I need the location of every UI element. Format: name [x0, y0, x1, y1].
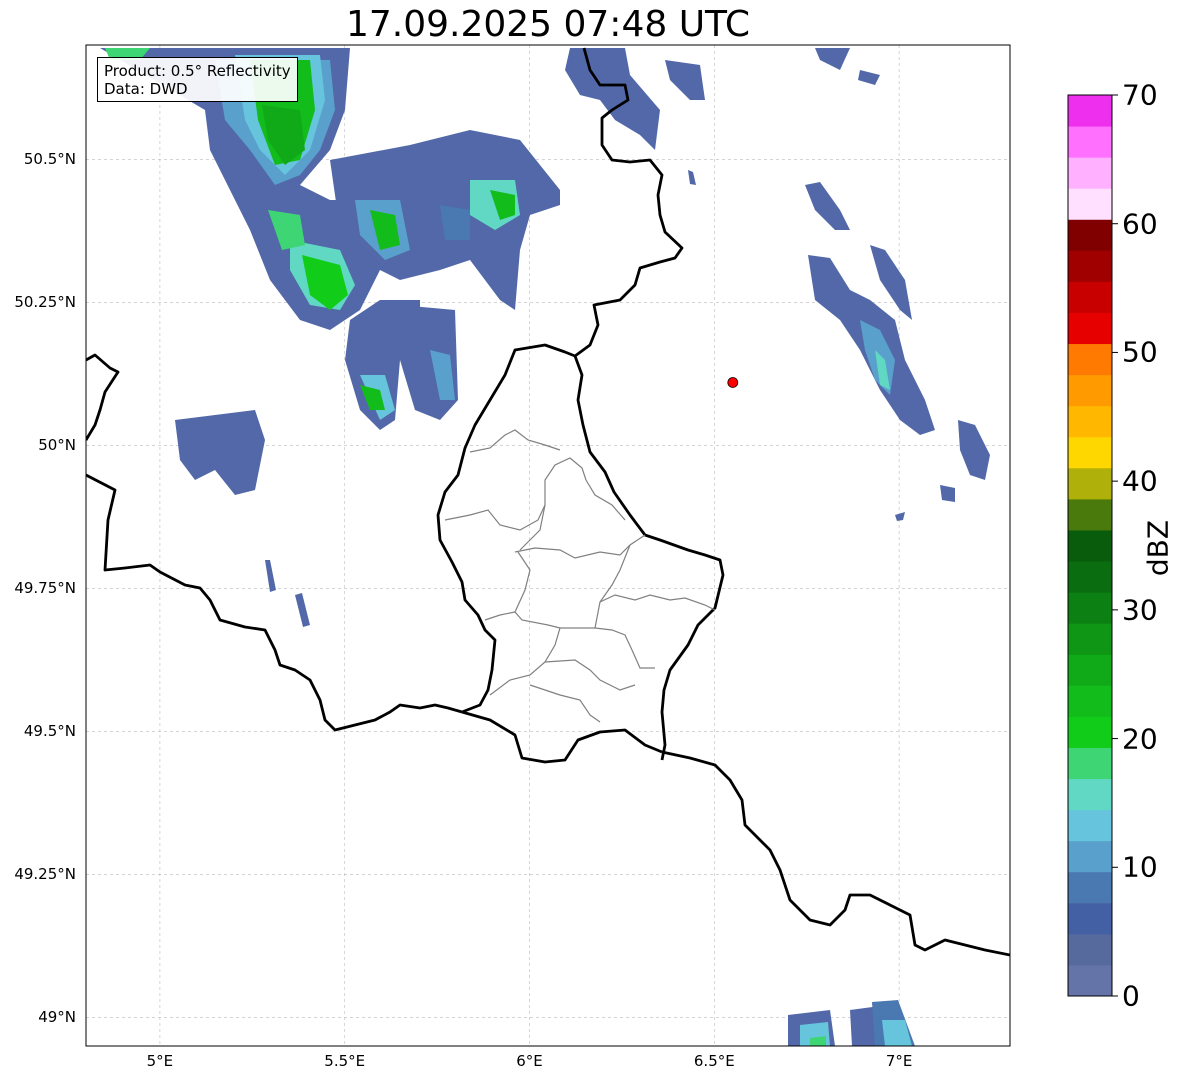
colorbar-tick-marks: [1112, 94, 1118, 997]
colorbar-segment: [1068, 343, 1112, 376]
colorbar-segment: [1068, 685, 1112, 717]
colorbar-tick-label: 70: [1122, 78, 1158, 112]
colorbar-segment: [1068, 840, 1112, 873]
colorbar-segment: [1068, 747, 1112, 780]
colorbar-segment: [1068, 498, 1112, 531]
colorbar-segment: [1068, 95, 1112, 127]
colorbar-segment: [1068, 312, 1112, 345]
colorbar-segment: [1068, 809, 1112, 842]
colorbar-tick-label: 60: [1122, 207, 1158, 241]
colorbar: [1067, 94, 1118, 997]
colorbar-segment: [1068, 157, 1112, 189]
colorbar-segment: [1068, 529, 1112, 562]
colorbar-tick-label: 30: [1122, 593, 1158, 627]
colorbar-segment: [1068, 871, 1112, 904]
colorbar-segment: [1068, 561, 1112, 593]
colorbar-segment: [1068, 219, 1112, 251]
colorbar-tick-label: 40: [1122, 464, 1158, 498]
colorbar-segment: [1068, 623, 1112, 655]
colorbar-segment: [1068, 374, 1112, 407]
colorbar-segment: [1068, 467, 1112, 500]
colorbar-tick-label: 50: [1122, 335, 1158, 369]
colorbar-segment: [1068, 716, 1112, 748]
colorbar-segment: [1068, 126, 1112, 158]
colorbar-segment: [1068, 281, 1112, 313]
colorbar-tick-label: 10: [1122, 850, 1158, 884]
colorbar-segment: [1068, 654, 1112, 686]
colorbar-segment: [1068, 778, 1112, 811]
colorbar-segments: [1068, 95, 1112, 997]
colorbar-segment: [1068, 902, 1112, 935]
colorbar-unit-label: dBZ: [1141, 519, 1175, 577]
colorbar-segment: [1068, 436, 1112, 469]
colorbar-tick-label: 0: [1122, 979, 1140, 1013]
colorbar-segment: [1068, 592, 1112, 624]
colorbar-segment: [1068, 250, 1112, 282]
colorbar-segment: [1068, 405, 1112, 438]
colorbar-tick-label: 20: [1122, 722, 1158, 756]
colorbar-segment: [1068, 188, 1112, 220]
colorbar-segment: [1068, 933, 1112, 966]
colorbar-segment: [1068, 964, 1112, 997]
